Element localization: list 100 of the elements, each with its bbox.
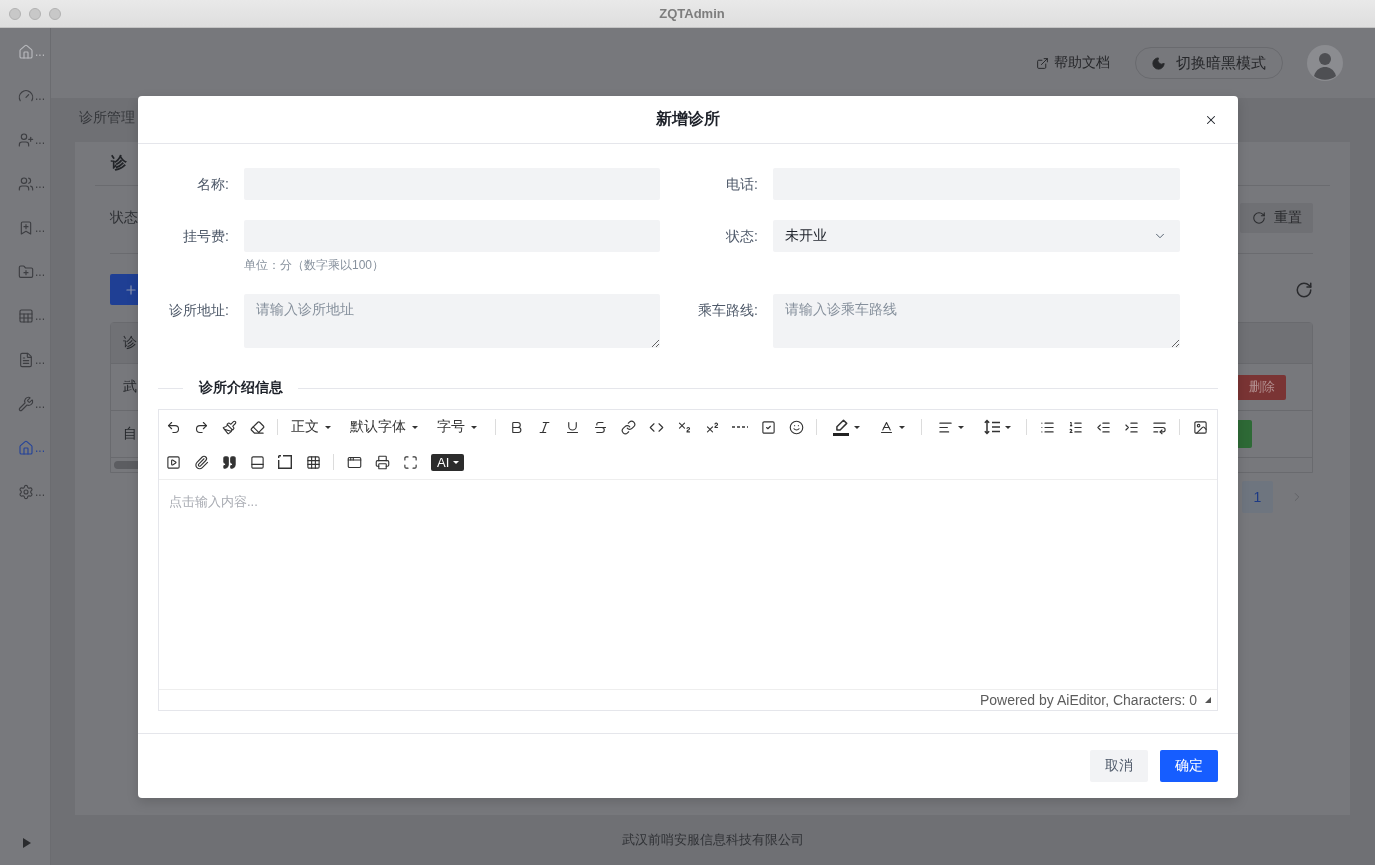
table-cell: 自 [123, 425, 137, 443]
page-button[interactable]: 1 [1242, 481, 1273, 513]
quote-icon [221, 454, 237, 470]
caret-down-icon [853, 425, 860, 429]
paintbrush-icon [221, 419, 237, 435]
dialog-button[interactable]: 取消 [1090, 750, 1148, 782]
window-icon [346, 454, 362, 470]
superscript-icon [704, 419, 720, 435]
moon-icon [1151, 55, 1166, 71]
frame-icon [278, 455, 292, 469]
scrollbar-thumb[interactable] [114, 461, 138, 469]
house-icon [18, 44, 34, 60]
textarea-field[interactable]: 请输入诊乘车路线 [773, 294, 1180, 348]
field-label: 乘车路线: [697, 301, 758, 320]
font-color-icon [879, 419, 894, 435]
caret-right-icon[interactable] [23, 838, 31, 848]
field-label: 名称: [196, 175, 229, 194]
dialog-button[interactable]: 确定 [1160, 750, 1218, 782]
font-size-dropdown[interactable]: 字号 [430, 413, 485, 441]
paragraph-style-dropdown[interactable]: 正文 [284, 413, 339, 441]
print-icon [374, 454, 390, 470]
line-height-icon [983, 419, 1000, 435]
dashed-line-icon [732, 425, 748, 429]
window-title: ZQTAdmin [659, 6, 725, 21]
users-icon [18, 176, 34, 192]
numbered-list-icon [1067, 419, 1083, 435]
card-title: 诊 [111, 153, 127, 173]
field-hint: 单位：分（数字乘以100） [244, 257, 385, 274]
sidebar-item[interactable]: ... [0, 118, 50, 162]
external-link-icon [1036, 56, 1049, 70]
avatar[interactable] [1307, 45, 1343, 81]
plus-icon [124, 282, 138, 297]
sidebar-item[interactable]: ... [0, 250, 50, 294]
editor-content-field[interactable]: 点击输入内容... [159, 480, 1217, 689]
sidebar-item[interactable]: ... [0, 206, 50, 250]
caret-down-icon [1004, 425, 1011, 429]
sidebar-item[interactable]: ... [0, 294, 50, 338]
dialog-title: 新增诊所 [656, 109, 720, 129]
link-icon [620, 419, 636, 435]
field-label: 电话: [725, 175, 758, 194]
sidebar-item[interactable]: ... [0, 470, 50, 514]
underline-icon [564, 419, 580, 435]
sidebar-item[interactable]: ... [0, 426, 50, 470]
field-label: 挂号费: [182, 227, 229, 246]
gauge-icon [18, 88, 34, 104]
align-left-icon [938, 419, 953, 435]
delete-button[interactable]: 删除 [1238, 374, 1286, 400]
folder-plus-icon [18, 264, 34, 280]
sidebar-item[interactable]: ... [0, 74, 50, 118]
settings-icon [18, 484, 34, 500]
section-title: 诊所介绍信息 [197, 379, 284, 397]
caret-down-icon [471, 425, 477, 429]
textarea-field[interactable]: 请输入诊所地址 [244, 294, 660, 348]
eraser-icon [249, 419, 265, 435]
table-icon [305, 454, 321, 470]
caret-down-icon [958, 425, 964, 429]
indent-icon [1123, 419, 1139, 435]
refresh-icon[interactable] [1295, 280, 1313, 299]
house-icon [18, 440, 34, 456]
font-family-dropdown[interactable]: 默认字体 [343, 413, 426, 441]
sidebar-item[interactable]: ... [0, 338, 50, 382]
field-label: 诊所地址: [168, 301, 229, 320]
sidebar-item[interactable]: ... [0, 382, 50, 426]
bullet-list-icon [1039, 419, 1055, 435]
caret-down-icon [412, 425, 418, 429]
caret-down-icon [899, 425, 905, 429]
table-cell: 武 [123, 378, 137, 396]
outdent-icon [1095, 419, 1111, 435]
resize-handle-icon[interactable] [1205, 697, 1211, 703]
ai-menu-button[interactable]: AI [431, 453, 465, 471]
fullscreen-icon [402, 454, 418, 470]
editor-status-text: Powered by AiEditor, Characters: 0 [979, 692, 1197, 708]
user-plus-icon [18, 132, 34, 148]
wrench-icon [18, 396, 34, 412]
table-icon [18, 308, 34, 324]
subscript-icon [676, 419, 692, 435]
filter-label: 状态 [110, 209, 138, 227]
help-link[interactable]: 帮助文档 [1036, 54, 1110, 72]
image-icon [1192, 419, 1208, 435]
wrap-text-icon [1151, 419, 1167, 435]
field-label: 状态: [725, 227, 758, 246]
paperclip-icon [193, 454, 209, 470]
smiley-icon [788, 419, 804, 435]
refresh-icon [1251, 211, 1266, 225]
caret-down-icon [453, 460, 460, 464]
bookmark-plus-icon [18, 220, 34, 236]
panel-icon [249, 454, 265, 470]
undo-icon [165, 419, 181, 435]
video-icon [165, 454, 181, 470]
strikethrough-icon [592, 419, 608, 435]
select-field[interactable]: 未开业 [773, 220, 1180, 252]
rich-text-editor[interactable]: 正文 默认字体 字号 AI 点击输入内容... Powered by AiEditor, Characters: 0 [158, 409, 1218, 711]
redo-icon [193, 419, 209, 435]
column-header: 诊 [123, 334, 137, 352]
document-icon [18, 352, 34, 368]
reset-button[interactable]: 重置 [1240, 203, 1313, 233]
sidebar-item[interactable]: ... [0, 162, 50, 206]
caret-down-icon [325, 425, 331, 429]
highlighter-icon [832, 418, 849, 436]
italic-icon [536, 419, 552, 435]
